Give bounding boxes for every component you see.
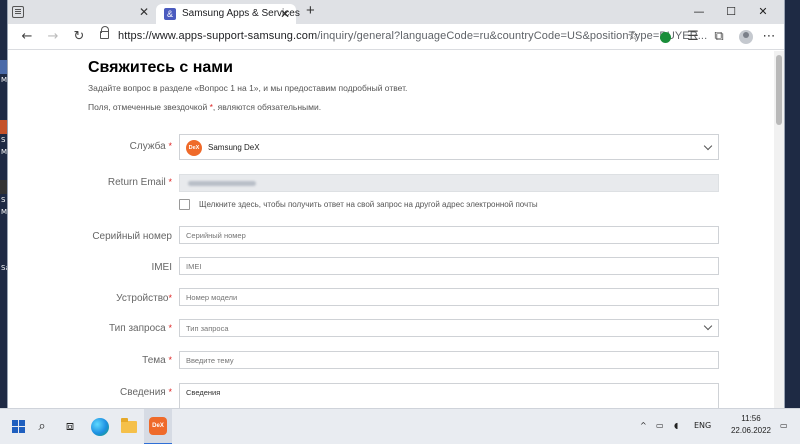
- required-star: *: [168, 293, 172, 303]
- service-label: Служба *: [130, 141, 172, 152]
- close-icon[interactable]: ✕: [139, 5, 149, 19]
- service-label-text: Служба: [129, 141, 166, 152]
- tab-close-icon[interactable]: ✕: [280, 7, 290, 21]
- required-star: *: [168, 323, 172, 333]
- lock-icon[interactable]: [100, 26, 109, 39]
- desktop-icon-label: S: [1, 136, 6, 144]
- imei-placeholder: IMEI: [186, 262, 202, 271]
- device-label: Устройство*: [116, 293, 172, 304]
- file-explorer-icon[interactable]: [121, 418, 137, 433]
- required-star: *: [168, 177, 172, 187]
- details-label-text: Сведения: [120, 387, 166, 398]
- more-icon[interactable]: ⋯: [760, 28, 778, 46]
- favorites-icon[interactable]: ☰: [684, 28, 702, 46]
- clock-time: 11:56: [741, 414, 761, 423]
- topic-label: Тема *: [142, 355, 172, 366]
- alt-email-checkbox[interactable]: [179, 199, 190, 210]
- taskbar: ⌕ ⧈ DeX ^ ▭ ◖ ENG 11:56 22.06.2022 ▭: [0, 408, 800, 444]
- page-title: Свяжитесь с нами: [88, 59, 233, 76]
- task-view-icon[interactable]: ⧈: [60, 417, 80, 437]
- url-host: https://www.apps-support-samsung.com: [118, 30, 318, 42]
- vertical-scrollbar[interactable]: [774, 51, 784, 408]
- request-type-placeholder: Тип запроса: [186, 324, 229, 333]
- imei-label: IMEI: [151, 262, 172, 273]
- language-indicator[interactable]: ENG: [694, 421, 711, 430]
- request-type-select[interactable]: Тип запроса: [179, 319, 719, 337]
- serial-input[interactable]: Серийный номер: [179, 226, 719, 244]
- browser-tab[interactable]: & Samsung Apps & Services ✕: [156, 4, 300, 24]
- imei-input[interactable]: IMEI: [179, 257, 719, 275]
- required-note-suffix: , являются обязательными.: [212, 102, 322, 112]
- tab-actions-icon[interactable]: [12, 6, 24, 18]
- details-label: Сведения *: [120, 387, 172, 398]
- forward-icon[interactable]: →: [44, 28, 62, 46]
- chevron-down-icon: [704, 143, 712, 151]
- details-placeholder: Сведения: [186, 388, 221, 397]
- favorite-star-icon[interactable]: ☆: [624, 28, 642, 46]
- desktop-icon-label: M: [1, 208, 8, 216]
- maximize-button[interactable]: ☐: [716, 3, 746, 21]
- clock-date: 22.06.2022: [730, 426, 772, 435]
- service-value: Samsung DeX: [208, 143, 260, 152]
- device-input[interactable]: Номер модели: [179, 288, 719, 306]
- serial-placeholder: Серийный номер: [186, 231, 246, 240]
- topic-input[interactable]: Введите тему: [179, 351, 719, 369]
- topic-label-text: Тема: [142, 355, 166, 366]
- required-note-prefix: Поля, отмеченные звездочкой: [88, 102, 210, 112]
- desktop-icon-label: S: [1, 196, 6, 204]
- request-type-label: Тип запроса *: [109, 323, 172, 334]
- required-star: *: [168, 141, 172, 151]
- back-icon[interactable]: ←: [18, 28, 36, 46]
- refresh-icon[interactable]: ↻: [70, 28, 88, 46]
- topic-placeholder: Введите тему: [186, 356, 234, 365]
- network-icon[interactable]: ▭: [656, 421, 664, 430]
- profile-avatar[interactable]: [739, 30, 753, 44]
- chevron-down-icon: [704, 323, 712, 331]
- search-icon[interactable]: ⌕: [32, 417, 52, 437]
- required-star: *: [168, 355, 172, 365]
- notification-icon[interactable]: ▭: [780, 421, 788, 430]
- title-bar: ✕ & Samsung Apps & Services ✕ + — ☐ ✕: [8, 0, 784, 24]
- volume-icon[interactable]: ◖: [674, 421, 678, 430]
- browser-window: ✕ & Samsung Apps & Services ✕ + — ☐ ✕ ← …: [8, 0, 784, 408]
- clock[interactable]: 11:56 22.06.2022: [728, 413, 774, 437]
- plus-icon[interactable]: +: [306, 3, 315, 19]
- samsung-dex-taskbar-icon[interactable]: DeX: [149, 417, 167, 435]
- device-placeholder: Номер модели: [186, 293, 238, 302]
- return-email-label-text: Return Email: [107, 177, 166, 188]
- close-window-button[interactable]: ✕: [748, 3, 778, 21]
- request-type-label-text: Тип запроса: [109, 323, 166, 334]
- serial-label: Серийный номер: [92, 231, 172, 242]
- url-field[interactable]: https://www.apps-support-samsung.com/inq…: [118, 30, 707, 42]
- extension-icon[interactable]: [660, 32, 671, 43]
- edge-browser-icon[interactable]: [91, 418, 109, 436]
- desktop-icon-label: M: [1, 76, 8, 84]
- page-viewport: Свяжитесь с нами Задайте вопрос в раздел…: [8, 51, 784, 408]
- details-textarea[interactable]: Сведения: [179, 383, 719, 408]
- address-bar: ← → ↻ https://www.apps-support-samsung.c…: [8, 24, 784, 50]
- collections-icon[interactable]: ⧉: [710, 28, 728, 46]
- return-email-label: Return Email *: [108, 177, 172, 188]
- windows-start-icon[interactable]: [12, 420, 26, 434]
- device-label-text: Устройство: [116, 293, 169, 304]
- desktop-icon-label: M: [1, 148, 8, 156]
- favicon-icon: &: [164, 8, 176, 20]
- minimize-button[interactable]: —: [684, 3, 714, 21]
- service-select[interactable]: DeX Samsung DeX: [179, 134, 719, 160]
- return-email-field: [179, 174, 719, 192]
- tray-chevron-icon[interactable]: ^: [640, 421, 647, 430]
- samsung-dex-icon: DeX: [186, 140, 202, 156]
- required-star: *: [168, 387, 172, 397]
- scrollbar-thumb[interactable]: [776, 55, 782, 125]
- url-path: /inquiry/general?languageCode=ru&country…: [317, 30, 708, 42]
- blurred-email: [188, 181, 256, 186]
- alt-email-checkbox-label[interactable]: Щелкните здесь, чтобы получить ответ на …: [199, 200, 538, 209]
- required-note: Поля, отмеченные звездочкой *, являются …: [88, 102, 321, 112]
- page-subtitle: Задайте вопрос в разделе «Вопрос 1 на 1»…: [88, 83, 408, 93]
